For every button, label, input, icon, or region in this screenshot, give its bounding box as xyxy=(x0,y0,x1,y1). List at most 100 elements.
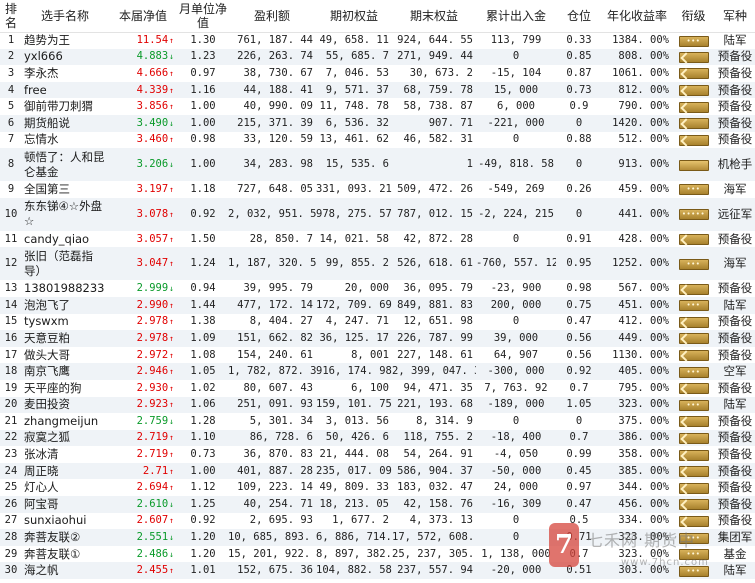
table-row[interactable]: 7 忘情水 3.460↑ 0.98 33, 120. 59 13, 461. 62 46, … xyxy=(0,131,755,149)
player-name-link[interactable]: 做头大哥 xyxy=(22,346,108,364)
player-name-link[interactable]: 奔菩友联① xyxy=(22,545,108,563)
flows-cell: 113, 799 xyxy=(476,32,556,49)
header-start-equity[interactable]: 期初权益 xyxy=(316,0,392,33)
player-name-link[interactable]: 御前带刀刺猬 xyxy=(22,98,108,115)
header-end-equity[interactable]: 期末权益 xyxy=(392,0,476,33)
player-name-link[interactable]: zhangmeijun xyxy=(22,413,108,430)
player-name-link[interactable]: 期货船说 xyxy=(22,114,108,132)
header-rank[interactable]: 排名 xyxy=(0,0,22,33)
header-rank-badge[interactable]: 衔级 xyxy=(672,0,715,33)
table-row[interactable]: 16 天意豆粕 2.978↑ 1.09 151, 662. 82 36, 125. 17 2… xyxy=(0,330,755,347)
table-row[interactable]: 10 东东锑④☆外盘☆ 3.078↑ 0.92 2, 032, 951. 58 978, … xyxy=(0,197,755,231)
player-name-link[interactable]: free xyxy=(22,81,108,99)
player-name-link[interactable]: 张冰清 xyxy=(22,446,108,463)
rank-badge-cell xyxy=(672,148,715,182)
player-name-link[interactable]: tyswxm xyxy=(22,313,108,331)
header-branch[interactable]: 军种 xyxy=(715,0,755,33)
player-name-link[interactable]: 灯心人 xyxy=(22,479,108,497)
table-row[interactable]: 5 御前带刀刺猬 3.856↑ 1.00 40, 990. 09 11, 748. 78 5… xyxy=(0,98,755,115)
table-row[interactable]: 24 周正晓 2.71↑ 1.00 401, 887. 28 235, 017. 09 58… xyxy=(0,462,755,480)
profit-cell: 1, 187, 320. 53 xyxy=(228,247,316,281)
table-row[interactable]: 11 candy_qiao 3.057↑ 1.50 28, 850. 7 14, 021.… xyxy=(0,230,755,248)
player-name-link[interactable]: 忘情水 xyxy=(22,131,108,149)
rank-cell: 7 xyxy=(0,131,22,149)
player-name-link[interactable]: yxl666 xyxy=(22,48,108,66)
start-equity-cell: 11, 748. 78 xyxy=(316,98,392,115)
annual-return-cell: 323. 00% xyxy=(602,396,672,414)
flows-cell: 0 xyxy=(476,413,556,430)
table-row[interactable]: 9 全国第三 3.197↑ 1.18 727, 648. 05 331, 093. 21 5… xyxy=(0,181,755,198)
table-row[interactable]: 18 南京飞鹰 2.946↑ 1.05 1, 782, 872. 38 916, 174.… xyxy=(0,363,755,380)
player-name-link[interactable]: 奔菩友联② xyxy=(22,529,108,546)
profit-cell: 154, 240. 61 xyxy=(228,346,316,364)
table-row[interactable]: 14 泡泡飞了 2.990↑ 1.44 477, 172. 14 172, 709. 69… xyxy=(0,296,755,314)
header-annual[interactable]: 年化收益率 xyxy=(602,0,672,33)
table-row[interactable]: 2 yxl666 4.883↓ 1.23 226, 263. 74 55, 685. 72… xyxy=(0,48,755,66)
end-equity-cell: 586, 904. 37 xyxy=(392,462,476,480)
header-position[interactable]: 仓位 xyxy=(556,0,602,33)
table-row[interactable]: 3 李永杰 4.666↑ 0.97 38, 730. 67 7, 046. 53 30, 6… xyxy=(0,65,755,82)
header-name[interactable]: 选手名称 xyxy=(22,0,108,33)
player-name-link[interactable]: 东东锑④☆外盘☆ xyxy=(22,197,108,231)
rank-cell: 28 xyxy=(0,529,22,546)
player-name-link[interactable]: 天意豆粕 xyxy=(22,330,108,347)
player-name-link[interactable]: 张旧（范磊指导） xyxy=(22,247,108,281)
table-row[interactable]: 28奔菩友联②2.551↓1.2010, 685, 893. 966, 886,… xyxy=(0,529,755,546)
table-row[interactable]: 19 天平座的狗 2.930↑ 1.02 80, 607. 43 6, 100 94, 47… xyxy=(0,379,755,397)
nav-value: 2.923 xyxy=(136,398,169,411)
player-name-link[interactable]: 麦田投资 xyxy=(22,396,108,414)
annual-return-cell: 344. 00% xyxy=(602,479,672,497)
table-row[interactable]: 30 海之帆 2.455↑ 1.01 152, 675. 36 104, 882. 58 2… xyxy=(0,562,755,580)
profit-cell: 152, 675. 36 xyxy=(228,562,316,580)
header-profit[interactable]: 盈利额 xyxy=(228,0,316,33)
player-name-link[interactable]: 阿宝哥 xyxy=(22,496,108,513)
header-month-nav[interactable]: 月单位净值 xyxy=(178,0,228,33)
table-row[interactable]: 17 做头大哥 2.972↑ 1.08 154, 240. 61 8, 001 227, 1… xyxy=(0,346,755,364)
header-nav[interactable]: 本届净值 xyxy=(108,0,178,33)
month-nav-cell: 1.09 xyxy=(178,330,228,347)
position-cell: 0.92 xyxy=(556,363,602,380)
table-row[interactable]: 15 tyswxm 2.978↑ 1.38 8, 404. 27 4, 247. 71 12… xyxy=(0,313,755,331)
table-row[interactable]: 8 顿悟了：人和昆仑基金 3.206↓ 1.00 34, 283. 98 15, 535.… xyxy=(0,148,755,182)
rank-badge-cell xyxy=(672,512,715,530)
table-row[interactable]: 23 张冰清 2.719↑ 0.73 36, 870. 83 21, 444. 08 54,… xyxy=(0,446,755,463)
table-row[interactable]: 12 张旧（范磊指导） 3.047↑ 1.24 1, 187, 320. 53 99, 8… xyxy=(0,247,755,281)
start-equity-cell: 99, 855. 2 xyxy=(316,247,392,281)
branch-cell: 预备役 xyxy=(715,65,755,82)
arrow-up-icon: ↑ xyxy=(169,516,174,526)
player-name-link[interactable]: 南京飞鹰 xyxy=(22,363,108,380)
table-row[interactable]: 27 sunxiaohui 2.607↑ 0.92 2, 695. 93 1, 677. … xyxy=(0,512,755,530)
month-nav-cell: 1.18 xyxy=(178,181,228,198)
position-cell: 0.85 xyxy=(556,48,602,66)
player-name-link[interactable]: 李永杰 xyxy=(22,65,108,82)
player-name-link[interactable]: 趋势为王 xyxy=(22,32,108,49)
profit-cell: 151, 662. 82 xyxy=(228,330,316,347)
table-row[interactable]: 1 趋势为王 11.54↑ 1.30 761, 187. 44 49, 658. 11 92… xyxy=(0,32,755,49)
table-row[interactable]: 20 麦田投资 2.923↑ 1.06 251, 091. 93 159, 101. 75… xyxy=(0,396,755,414)
player-name-link[interactable]: 天平座的狗 xyxy=(22,379,108,397)
table-row[interactable]: 25 灯心人 2.694↑ 1.12 109, 223. 14 49, 809. 33 18… xyxy=(0,479,755,497)
rank-cell: 25 xyxy=(0,479,22,497)
player-name-link[interactable]: 顿悟了：人和昆仑基金 xyxy=(22,148,108,182)
table-row[interactable]: 6 期货船说 3.490↓ 1.00 215, 371. 39 6, 536. 32 907… xyxy=(0,114,755,132)
annual-return-cell: 334. 00% xyxy=(602,512,672,530)
table-row[interactable]: 29奔菩友联①2.486↓1.2015, 201, 922. 248, 897,… xyxy=(0,545,755,563)
table-row[interactable]: 4 free 4.339↑ 1.16 44, 188. 41 9, 571. 37 68, … xyxy=(0,81,755,99)
end-equity-cell: 2, 399, 047. 36 xyxy=(392,363,476,380)
table-row[interactable]: 22 寂寞之狐 2.719↑ 1.10 86, 728. 6 50, 426. 6 118,… xyxy=(0,429,755,447)
player-name-link[interactable]: sunxiaohui xyxy=(22,512,108,530)
player-name-link[interactable]: 寂寞之狐 xyxy=(22,429,108,447)
header-flows[interactable]: 累计出入金 xyxy=(476,0,556,33)
flows-cell: 1, 138, 000 xyxy=(476,545,556,563)
player-name-link[interactable]: 泡泡飞了 xyxy=(22,296,108,314)
player-name-link[interactable]: 海之帆 xyxy=(22,562,108,580)
table-row[interactable]: 21 zhangmeijun 2.759↓ 1.28 5, 301. 34 3, 013.… xyxy=(0,413,755,430)
start-equity-cell: 21, 444. 08 xyxy=(316,446,392,463)
player-name-link[interactable]: 13801988233 xyxy=(22,280,108,297)
annual-return-cell: 412. 00% xyxy=(602,313,672,331)
player-name-link[interactable]: 全国第三 xyxy=(22,181,108,198)
table-row[interactable]: 13 13801988233 2.999↓ 0.94 39, 995. 79 20, 00… xyxy=(0,280,755,297)
player-name-link[interactable]: 周正晓 xyxy=(22,462,108,480)
player-name-link[interactable]: candy_qiao xyxy=(22,230,108,248)
table-row[interactable]: 26 阿宝哥 2.610↓ 1.25 40, 254. 71 18, 213. 05 42,… xyxy=(0,496,755,513)
